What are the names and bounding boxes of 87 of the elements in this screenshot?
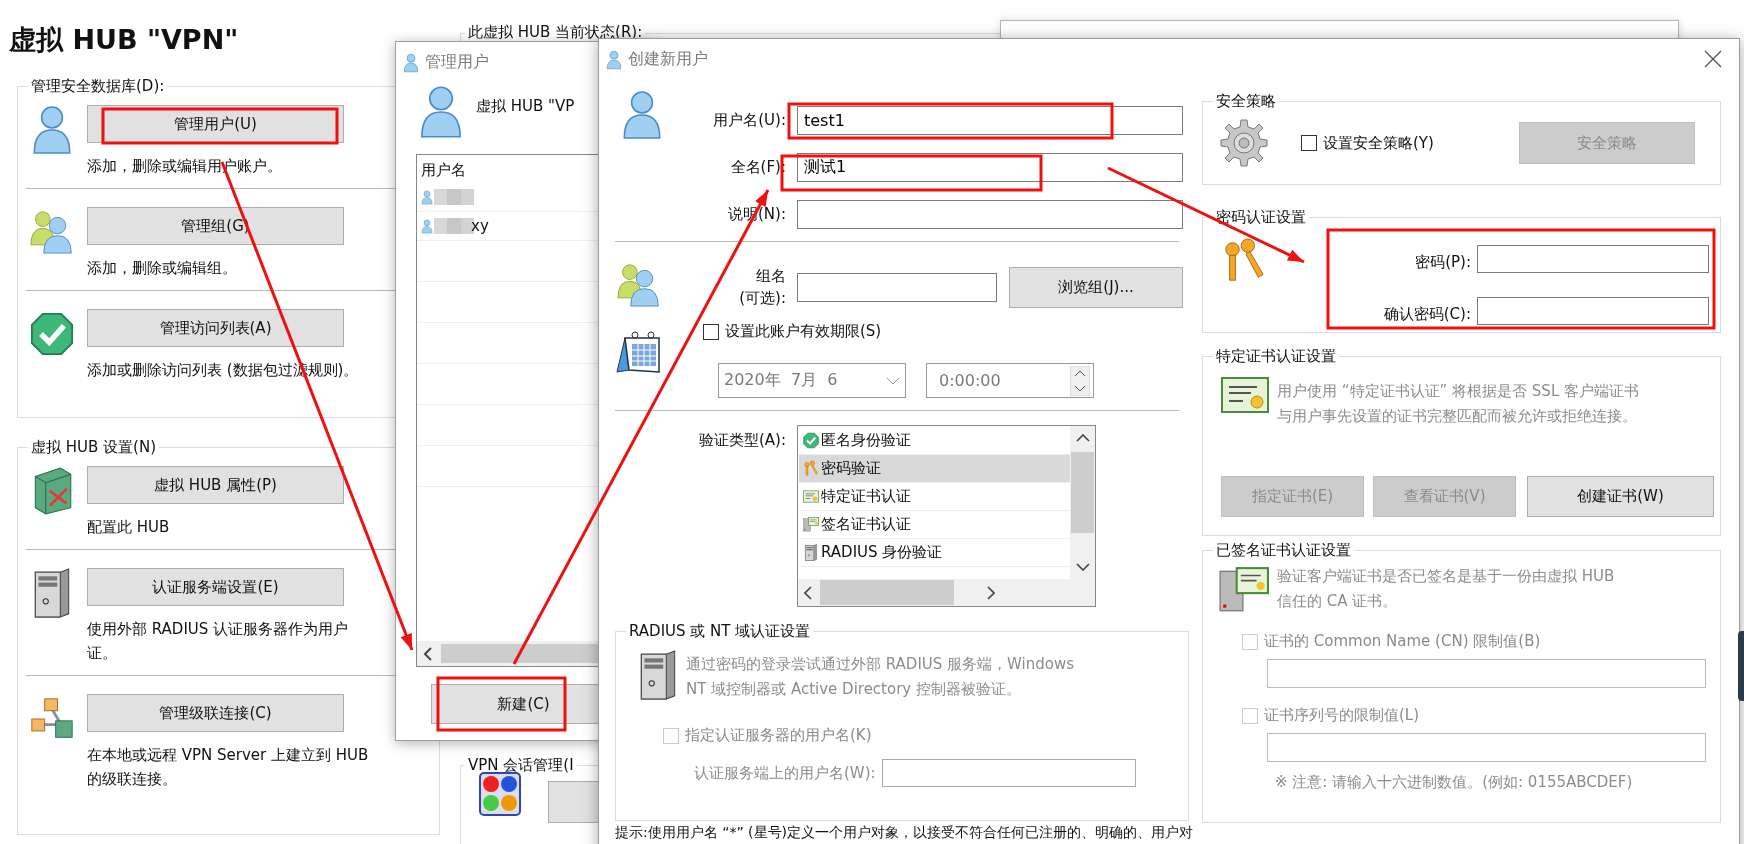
list-option[interactable]: 特定证书认证 <box>799 483 1070 511</box>
group-label: RADIUS 或 NT 域认证设置 <box>626 621 814 641</box>
user-icon <box>421 218 433 234</box>
close-icon[interactable] <box>1704 50 1722 68</box>
user-name: xy <box>471 217 489 235</box>
checkbox-label: 设置此账户有效期限(S) <box>725 322 882 341</box>
group-label: 安全策略 <box>1213 91 1279 111</box>
description-text: 用户使用 “特定证书认证” 将根据是否 SSL 客户端证书 <box>1277 381 1639 402</box>
action-button[interactable]: 管理用户(U) <box>87 105 344 143</box>
chevron-up-icon[interactable] <box>1075 434 1090 442</box>
certificate-icon <box>803 488 819 505</box>
field-label: 认证服务端上的用户名(W): <box>694 763 876 783</box>
blurred-name <box>434 189 474 205</box>
window-title: 管理用户 <box>425 52 489 73</box>
field-label: 验证类型(A): <box>697 431 786 450</box>
group-label: 虚拟 HUB 设置(N) <box>28 437 159 457</box>
chevron-right-icon[interactable] <box>987 585 995 600</box>
action-button[interactable]: 管理访问列表(A) <box>87 309 344 347</box>
checkbox[interactable] <box>1301 135 1317 151</box>
browse-button[interactable]: 浏览组(J)... <box>1009 266 1183 308</box>
description-text: 的级联连接。 <box>87 769 177 790</box>
description-text: NT 域控制器或 Active Directory 控制器被验证。 <box>686 679 1022 700</box>
check-icon <box>803 432 819 449</box>
description-text: 验证客户端证书是否已签名是基于一份由虚拟 HUB <box>1277 566 1615 587</box>
server-icon <box>638 650 678 700</box>
field-label: 组名 (可选): <box>738 266 786 309</box>
certificate-icon <box>1221 377 1269 413</box>
description-text: 证。 <box>87 643 117 664</box>
text-field[interactable]: test1 <box>797 106 1183 135</box>
page-title: 虚拟 HUB "VPN" <box>9 23 239 57</box>
description-text: 通过密码的登录尝试通过外部 RADIUS 服务端，Windows <box>686 654 1075 675</box>
action-button[interactable]: 管理级联连接(C) <box>87 694 344 732</box>
group-label: 已签名证书认证设置 <box>1213 540 1354 560</box>
list-option[interactable]: 密码验证 <box>799 455 1070 483</box>
text-field[interactable]: 测试1 <box>797 153 1183 182</box>
group-label: 特定证书认证设置 <box>1213 346 1339 366</box>
password-field[interactable] <box>1477 245 1709 273</box>
text-field[interactable] <box>797 272 997 302</box>
scrollbar[interactable] <box>1070 426 1095 579</box>
group-label: VPN 会话管理(I <box>465 755 577 775</box>
gear-icon <box>1219 118 1269 168</box>
chevron-left-icon[interactable] <box>423 646 433 661</box>
field-label: 密码(P): <box>1414 253 1471 273</box>
user-icon <box>421 189 433 205</box>
description-text: 与用户事先设置的证书完整匹配而被允许或拒绝连接。 <box>1277 406 1638 427</box>
chevron-left-icon[interactable] <box>804 585 812 600</box>
session-icon <box>479 772 521 816</box>
chevron-down-icon[interactable] <box>1075 563 1090 571</box>
window-title: 创建新用户 <box>628 49 708 70</box>
description-text: 配置此 HUB <box>87 517 170 538</box>
certificate-button[interactable]: 创建证书(W) <box>1527 476 1714 517</box>
keys-icon <box>803 460 819 477</box>
user-icon <box>606 49 622 70</box>
description-text: 在本地或远程 VPN Server 上建立到 HUB <box>87 745 369 766</box>
checkbox-label: 设置安全策略(Y) <box>1323 133 1434 153</box>
list-option[interactable]: RADIUS 身份验证 <box>799 539 1070 567</box>
description-text: 使用外部 RADIUS 认证服务器作为用户 <box>87 619 349 640</box>
hub-name: 虚拟 HUB "VP <box>476 97 575 116</box>
action-button[interactable]: 认证服务端设置(E) <box>87 568 344 606</box>
user-icon <box>418 85 464 139</box>
group-label: 密码认证设置 <box>1213 207 1309 227</box>
user-icon <box>621 90 663 140</box>
action-button[interactable]: 虚拟 HUB 属性(P) <box>87 466 344 504</box>
checkbox-label: 证书的 Common Name (CN) 限制值(B) <box>1264 632 1541 651</box>
calendar-icon <box>615 330 661 374</box>
server-icon <box>803 544 819 561</box>
description-text: 添加，删除或编辑组。 <box>87 258 237 279</box>
text-field[interactable] <box>1267 733 1706 762</box>
group-icon <box>617 262 661 308</box>
signed-certificate-icon <box>803 516 819 533</box>
field-label: 确认密码(C): <box>1382 304 1471 324</box>
scrollbar[interactable] <box>798 579 1095 606</box>
list-option[interactable]: 签名证书认证 <box>799 511 1070 539</box>
checkbox-label: 证书序列号的限制值(L) <box>1264 706 1420 725</box>
note-text: ※ 注意: 请输入十六进制数值。(例如: 0155ABCDEF) <box>1275 773 1634 792</box>
checkbox-label: 指定认证服务器的用户名(K) <box>685 726 872 745</box>
text-field[interactable] <box>1267 659 1706 688</box>
group-label: 管理安全数据库(D): <box>28 76 168 96</box>
text-field[interactable] <box>797 200 1183 229</box>
description-text: 信任的 CA 证书。 <box>1277 591 1399 612</box>
text-field[interactable] <box>881 759 1136 787</box>
user-icon <box>403 52 419 73</box>
field-label: 用户名(U): <box>712 111 786 130</box>
list-box[interactable]: 匿名身份验证 密码验证 特定证书认证 签名证书认证 RADIUS 身份验证 <box>797 425 1096 607</box>
column-header: 用户名 <box>420 160 467 181</box>
signed-certificate-icon <box>1219 567 1269 613</box>
password-field[interactable] <box>1477 296 1709 325</box>
